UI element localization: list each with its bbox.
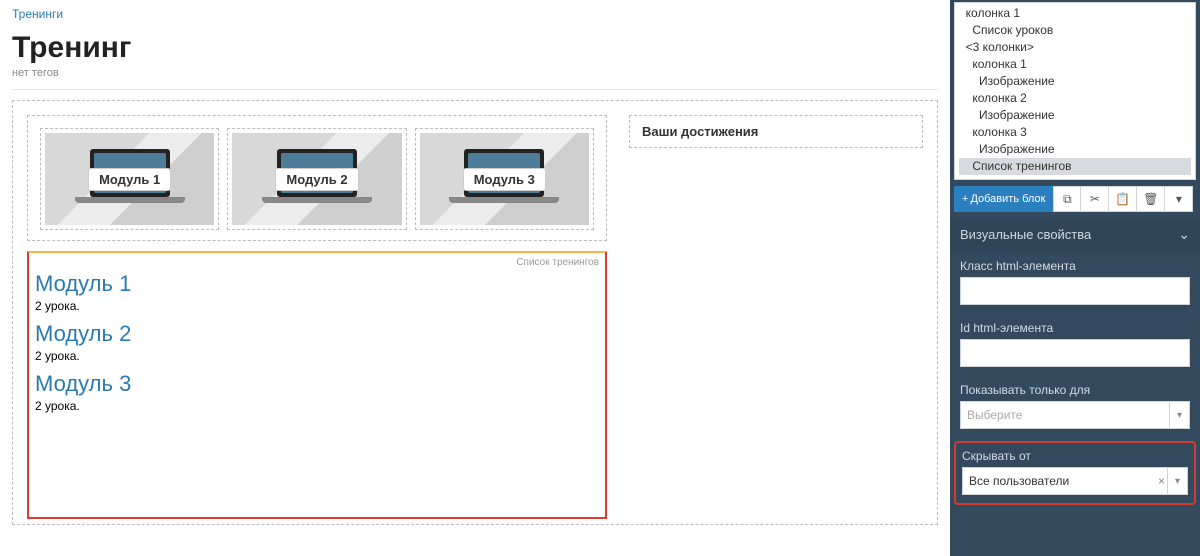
achievements-block[interactable]: Ваши достижения [629,115,923,148]
editor-canvas[interactable]: Модуль 1 Модуль 2 Модуль 3 Список тре [12,100,938,525]
divider [12,89,938,90]
training-item-subtitle: 2 урока. [35,399,599,413]
css-class-input[interactable] [960,277,1190,305]
copy-button[interactable]: ⧉ [1053,186,1081,212]
module-card-1[interactable]: Модуль 1 [40,128,219,230]
page-title: Тренинг [12,31,938,65]
training-item-title[interactable]: Модуль 1 [35,271,599,297]
hide-from-select[interactable]: Все пользователи × ▾ [962,467,1188,495]
tree-node[interactable]: колонка 1 [959,5,1191,22]
block-tree[interactable]: колонка 1 Список уроков <3 колонки> коло… [954,2,1196,180]
breadcrumb-link[interactable]: Тренинги [12,7,63,21]
training-item-subtitle: 2 урока. [35,299,599,313]
achievements-title: Ваши достижения [642,124,758,139]
show-for-label: Показывать только для [960,383,1190,397]
tree-node[interactable]: Изображение [959,141,1191,158]
tree-node[interactable]: колонка 1 [959,56,1191,73]
scissors-icon: ✂ [1090,192,1100,206]
no-tags-label: нет тегов [12,67,938,79]
tree-node[interactable]: <3 колонки> [959,39,1191,56]
module-cards-block[interactable]: Модуль 1 Модуль 2 Модуль 3 [27,115,607,241]
training-item-title[interactable]: Модуль 3 [35,371,599,397]
caret-down-icon: ▾ [1176,192,1182,206]
training-item-subtitle: 2 урока. [35,349,599,363]
delete-button[interactable]: 🗑 [1137,186,1165,212]
training-item-title[interactable]: Модуль 2 [35,321,599,347]
tree-node[interactable]: Изображение [959,107,1191,124]
chevron-down-icon: ⌄ [1178,226,1190,243]
show-for-select[interactable]: Выберите ▾ [960,401,1190,429]
tree-node[interactable]: колонка 3 [959,124,1191,141]
block-toolbar: +Добавить блок ⧉ ✂ 📋 🗑 ▾ [954,186,1196,212]
more-button[interactable]: ▾ [1165,186,1193,212]
module-card-2[interactable]: Модуль 2 [227,128,406,230]
module-card-label: Модуль 3 [463,168,546,191]
tree-node[interactable]: колонка 2 [959,90,1191,107]
tree-node[interactable]: Изображение [959,73,1191,90]
tree-node[interactable]: Список тренингов [959,158,1191,175]
cut-button[interactable]: ✂ [1081,186,1109,212]
hide-from-label: Скрывать от [962,449,1188,463]
module-card-label: Модуль 1 [88,168,171,191]
css-class-label: Класс html-элемента [960,259,1190,273]
training-list-block[interactable]: Список тренингов Модуль 1 2 урока. Модул… [27,251,607,519]
paste-icon: 📋 [1115,192,1130,206]
caret-down-icon: ▾ [1169,402,1189,428]
copy-icon: ⧉ [1063,192,1072,207]
plus-icon: + [962,193,968,205]
module-card-3[interactable]: Модуль 3 [415,128,594,230]
hide-from-group: Скрывать от Все пользователи × ▾ [954,441,1196,505]
breadcrumb: Тренинги [12,6,938,21]
clear-icon[interactable]: × [1158,474,1165,488]
properties-panel: колонка 1 Список уроков <3 колонки> коло… [950,0,1200,556]
id-label: Id html-элемента [960,321,1190,335]
trash-icon: 🗑 [1143,192,1158,206]
caret-down-icon: ▾ [1167,468,1187,494]
module-card-label: Модуль 2 [275,168,358,191]
visual-props-header[interactable]: Визуальные свойства ⌄ [950,218,1200,251]
tree-node[interactable]: Список уроков [959,22,1191,39]
paste-button[interactable]: 📋 [1109,186,1137,212]
id-input[interactable] [960,339,1190,367]
block-type-badge: Список тренингов [516,257,599,268]
add-block-button[interactable]: +Добавить блок [954,186,1053,212]
